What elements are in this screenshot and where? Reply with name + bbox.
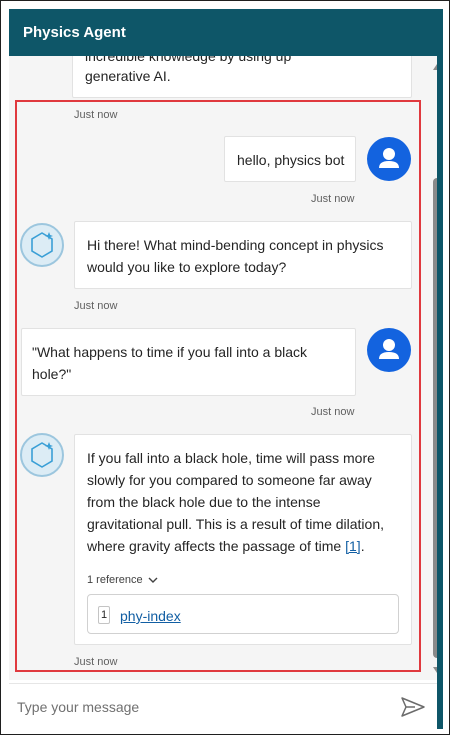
- app-window: Physics Agent incredible knowledge by us…: [0, 0, 450, 735]
- window-edge: [437, 9, 443, 729]
- message-text: .: [360, 538, 365, 554]
- message-text: hello, physics bot: [237, 152, 345, 168]
- references-toggle[interactable]: 1 reference: [87, 569, 158, 591]
- sparkle-hexagon-icon: [31, 232, 53, 258]
- message-timestamp: Just now: [74, 109, 118, 121]
- bot-avatar: [20, 223, 64, 267]
- message-timestamp: Just now: [311, 193, 355, 205]
- references-label: 1 reference: [87, 574, 143, 586]
- bot-message-previous: incredible knowledge by using up generat…: [72, 56, 412, 98]
- message-line: Hi there! What mind-bending concept in p…: [87, 237, 384, 253]
- message-timestamp: Just now: [74, 300, 118, 312]
- message-text: where gravity affects the passage of tim…: [87, 538, 342, 554]
- person-icon: [379, 148, 399, 168]
- user-avatar: [367, 328, 411, 372]
- bot-message: If you fall into a black hole, time will…: [74, 434, 412, 645]
- user-message: "What happens to time if you fall into a…: [21, 328, 356, 396]
- reference-number: 1: [98, 606, 110, 624]
- message-line-with-citation: where gravity affects the passage of tim…: [87, 535, 365, 557]
- reference-card[interactable]: 1 phy-index: [87, 594, 399, 634]
- message-line: slowly for you compared to someone far a…: [87, 472, 372, 488]
- chevron-down-icon: [148, 577, 158, 583]
- message-line: would you like to explore today?: [87, 259, 287, 275]
- reference-link[interactable]: phy-index: [120, 605, 181, 627]
- message-line: gravitational pull. This is a result of …: [87, 516, 384, 532]
- sparkle-hexagon-icon: [31, 442, 53, 468]
- message-timestamp: Just now: [74, 656, 118, 668]
- message-timestamp: Just now: [311, 406, 355, 418]
- user-message: hello, physics bot: [224, 136, 356, 182]
- scroll-up-arrow[interactable]: [433, 64, 437, 70]
- send-icon[interactable]: [399, 694, 427, 720]
- message-input[interactable]: [17, 692, 387, 722]
- message-composer: [9, 683, 437, 729]
- agent-title: Physics Agent: [23, 24, 126, 41]
- bot-avatar: [20, 433, 64, 477]
- message-line: If you fall into a black hole, time will…: [87, 450, 375, 466]
- bot-message: Hi there! What mind-bending concept in p…: [74, 221, 412, 289]
- chat-transcript: incredible knowledge by using up generat…: [9, 56, 437, 680]
- message-line: hole?": [32, 366, 72, 382]
- scrollbar-thumb[interactable]: [433, 178, 437, 658]
- message-line: "What happens to time if you fall into a…: [32, 344, 308, 360]
- person-icon: [379, 339, 399, 359]
- user-avatar: [367, 137, 411, 181]
- message-line: from the black hole due to the intense: [87, 494, 321, 510]
- scroll-down-arrow[interactable]: [433, 667, 437, 673]
- chat-header: Physics Agent: [9, 9, 437, 56]
- message-line: generative AI.: [85, 68, 171, 84]
- citation-link[interactable]: [1]: [345, 538, 361, 554]
